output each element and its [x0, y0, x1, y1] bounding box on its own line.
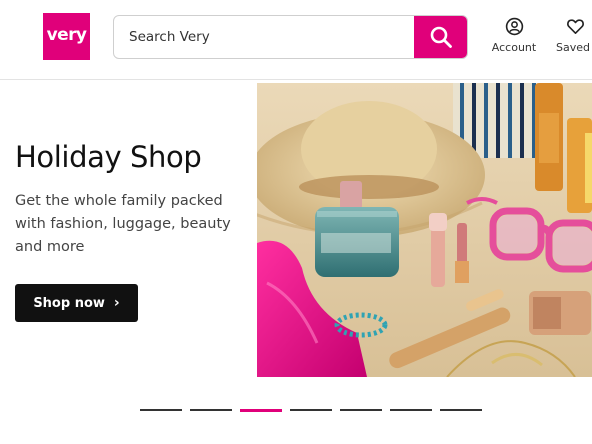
saved-link[interactable]: Saved: [556, 17, 592, 54]
hero-image[interactable]: [257, 83, 592, 377]
search-bar: [113, 15, 468, 59]
saved-label: Saved: [556, 41, 590, 54]
hero-title: Holiday Shop: [15, 140, 202, 174]
carousel-indicator[interactable]: [440, 409, 482, 411]
holiday-products-illustration: [257, 83, 592, 377]
carousel-indicator[interactable]: [390, 409, 432, 411]
account-icon: [505, 17, 523, 36]
carousel-indicator[interactable]: [140, 409, 182, 411]
carousel-indicator[interactable]: [340, 409, 382, 411]
shop-now-button[interactable]: Shop now ›: [15, 284, 138, 322]
site-header: very Account Saved: [0, 0, 592, 80]
carousel-indicator-active[interactable]: [240, 408, 282, 412]
chevron-right-icon: ›: [113, 295, 120, 311]
hero-text: Holiday Shop Get the whole family packed…: [15, 140, 255, 259]
carousel-indicator[interactable]: [190, 409, 232, 411]
heart-icon: [567, 19, 584, 34]
carousel-indicator[interactable]: [290, 409, 332, 411]
hero-subtitle: Get the whole family packed with fashion…: [15, 193, 231, 255]
shop-now-label: Shop now: [33, 295, 105, 311]
very-logo[interactable]: very: [43, 13, 90, 60]
carousel-indicators: [140, 408, 482, 412]
search-icon: [430, 26, 452, 48]
search-input[interactable]: [114, 16, 414, 58]
logo-text: very: [46, 25, 87, 45]
account-label: Account: [491, 41, 537, 54]
search-button[interactable]: [414, 16, 467, 58]
account-link[interactable]: Account: [487, 17, 541, 54]
